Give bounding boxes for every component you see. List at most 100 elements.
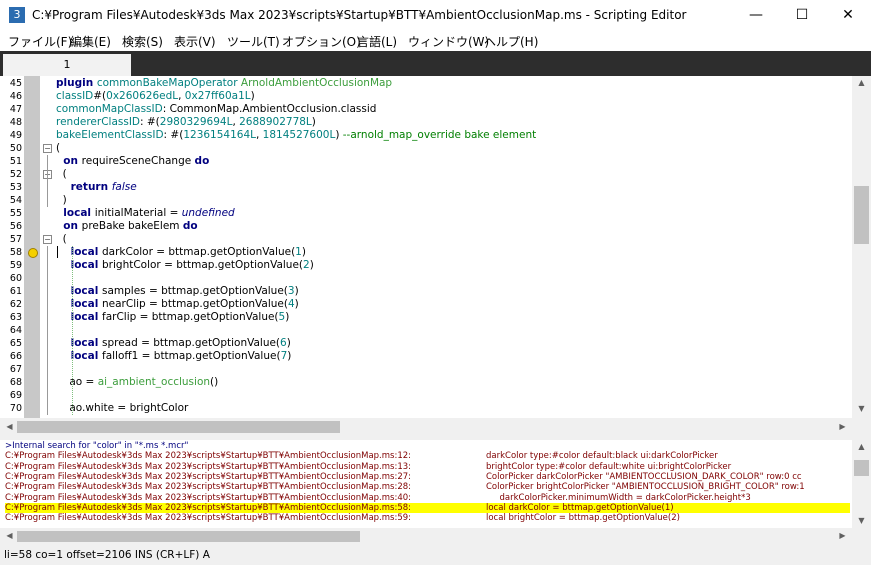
search-result-row[interactable]: C:¥Program Files¥Autodesk¥3ds Max 2023¥s… bbox=[5, 462, 850, 472]
search-result-row[interactable]: C:¥Program Files¥Autodesk¥3ds Max 2023¥s… bbox=[5, 493, 850, 503]
scroll-right-icon[interactable]: ▶ bbox=[833, 422, 852, 431]
code-line: 53 return false bbox=[0, 181, 852, 194]
code-token: ) bbox=[301, 246, 306, 258]
output-horizontal-scrollbar[interactable]: ◀ ▶ bbox=[0, 528, 852, 545]
line-number: 67 bbox=[9, 364, 22, 375]
code-line: 48 rendererClassID: #(2980329694L, 268890… bbox=[0, 116, 852, 129]
fold-toggle-icon[interactable]: − bbox=[43, 235, 52, 244]
code-token: 1814527600L bbox=[262, 129, 336, 141]
code-token: : #( bbox=[163, 129, 184, 141]
line-number: 46 bbox=[9, 91, 22, 102]
code-token: , bbox=[255, 129, 263, 141]
close-button[interactable]: ✕ bbox=[825, 0, 871, 31]
menu-view[interactable]: 表示(V) bbox=[174, 33, 216, 50]
code-line: 52 ( bbox=[0, 168, 852, 181]
code-token: 1 bbox=[295, 246, 302, 258]
menu-language[interactable]: 言語(L) bbox=[357, 33, 397, 50]
code-token: 2 bbox=[303, 259, 310, 271]
output-hscroll-thumb[interactable] bbox=[17, 531, 360, 542]
title-bar: 3 C:¥Program Files¥Autodesk¥3ds Max 2023… bbox=[0, 0, 871, 31]
menu-edit[interactable]: 編集(E) bbox=[70, 33, 111, 50]
search-result-row[interactable]: C:¥Program Files¥Autodesk¥3ds Max 2023¥s… bbox=[5, 472, 850, 482]
code-line: 56 on preBake bakeElem do bbox=[0, 220, 852, 233]
code-text: rendererClassID: #(2980329694L, 26889027… bbox=[56, 116, 316, 129]
menu-window[interactable]: ウィンドウ(W) bbox=[408, 33, 489, 50]
result-path: C:¥Program Files¥Autodesk¥3ds Max 2023¥s… bbox=[5, 482, 412, 493]
result-path: C:¥Program Files¥Autodesk¥3ds Max 2023¥s… bbox=[5, 451, 412, 462]
code-token: ( bbox=[56, 233, 67, 245]
code-line: 46 classID#(0x260626edL, 0x27ff60a1L) bbox=[0, 90, 852, 103]
result-text: local darkColor = bttmap.getOptionValue(… bbox=[486, 502, 674, 513]
code-text: ao = ai_ambient_occlusion() bbox=[56, 376, 218, 389]
code-token: bakeElementClassID bbox=[56, 129, 164, 141]
result-path: C:¥Program Files¥Autodesk¥3ds Max 2023¥s… bbox=[5, 502, 412, 513]
code-token: commonBakeMapOperator bbox=[96, 77, 241, 89]
search-result-row[interactable]: C:¥Program Files¥Autodesk¥3ds Max 2023¥s… bbox=[5, 451, 850, 461]
code-token: commonMapClassID bbox=[56, 103, 163, 115]
line-number: 50 bbox=[9, 143, 22, 154]
line-number: 47 bbox=[9, 104, 22, 115]
minimize-button[interactable]: — bbox=[733, 0, 779, 31]
scroll-up-icon[interactable]: ▲ bbox=[852, 78, 871, 87]
code-line: 47 commonMapClassID: CommonMap.AmbientOcc… bbox=[0, 103, 852, 116]
editor-vscroll-thumb[interactable] bbox=[854, 186, 869, 244]
code-token: samples = bttmap.getOptionValue( bbox=[102, 285, 288, 297]
search-result-row[interactable]: C:¥Program Files¥Autodesk¥3ds Max 2023¥s… bbox=[5, 482, 850, 492]
scroll-right-icon[interactable]: ▶ bbox=[833, 531, 852, 540]
line-number: 70 bbox=[9, 403, 22, 414]
search-result-selected[interactable]: C:¥Program Files¥Autodesk¥3ds Max 2023¥s… bbox=[5, 502, 850, 514]
code-text: local spread = bttmap.getOptionValue(6) bbox=[56, 337, 291, 350]
output-vscroll-thumb[interactable] bbox=[854, 460, 869, 476]
code-token: local bbox=[56, 298, 102, 310]
scroll-down-icon[interactable]: ▼ bbox=[852, 404, 871, 413]
code-token: 1236154164L bbox=[183, 129, 256, 141]
code-text: local initialMaterial = undefined bbox=[56, 207, 234, 220]
line-number: 54 bbox=[9, 195, 22, 206]
code-token: 3 bbox=[287, 285, 295, 297]
code-token: initialMaterial = bbox=[94, 207, 182, 219]
code-token: ai_ambient_occlusion bbox=[97, 376, 211, 388]
line-number: 45 bbox=[9, 78, 22, 89]
code-token: return bbox=[56, 181, 112, 193]
code-line: 49 bakeElementClassID: #(1236154164L, 181… bbox=[0, 129, 852, 142]
scroll-up-icon[interactable]: ▲ bbox=[852, 442, 871, 451]
menu-tools[interactable]: ツール(T) bbox=[227, 33, 280, 50]
menu-help[interactable]: ヘルプ(H) bbox=[484, 33, 538, 50]
search-result-row[interactable]: C:¥Program Files¥Autodesk¥3ds Max 2023¥s… bbox=[5, 513, 850, 523]
code-text: ( bbox=[56, 168, 67, 181]
code-token: plugin bbox=[56, 77, 97, 89]
scroll-down-icon[interactable]: ▼ bbox=[852, 516, 871, 525]
breakpoint-icon[interactable] bbox=[28, 248, 38, 258]
menu-search[interactable]: 検索(S) bbox=[122, 33, 163, 50]
tab-ambientocclusionmap[interactable]: 1 AmbientOcclusionMap.ms bbox=[3, 54, 146, 93]
output-pane[interactable]: >Internal search for "color" in "*.ms *.… bbox=[0, 440, 852, 528]
scroll-corner bbox=[852, 528, 871, 545]
code-token: rendererClassID bbox=[56, 116, 140, 128]
line-number: 59 bbox=[9, 260, 22, 271]
line-number: 58 bbox=[9, 247, 22, 258]
code-token: ) bbox=[287, 350, 292, 362]
code-line: 50 ( bbox=[0, 142, 852, 155]
output-vertical-scrollbar[interactable]: ▲ ▼ bbox=[852, 440, 871, 528]
code-token: ) bbox=[294, 298, 299, 310]
code-text: ) bbox=[56, 194, 67, 207]
line-number: 48 bbox=[9, 117, 22, 128]
menu-file[interactable]: ファイル(F) bbox=[8, 33, 72, 50]
menu-options[interactable]: オプション(O) bbox=[282, 33, 361, 50]
code-line: 57 ( bbox=[0, 233, 852, 246]
result-text: ColorPicker darkColorPicker "AMBIENTOCCL… bbox=[486, 471, 802, 482]
code-editor[interactable]: 45 plugin commonBakeMapOperator ArnoldAmb… bbox=[0, 76, 852, 418]
code-token: on bbox=[56, 155, 82, 167]
maximize-button[interactable]: ☐ bbox=[779, 0, 825, 31]
editor-horizontal-scrollbar[interactable]: ◀ ▶ bbox=[0, 418, 852, 436]
code-token: local bbox=[56, 311, 102, 323]
fold-toggle-icon[interactable]: − bbox=[43, 144, 52, 153]
code-token: ) bbox=[286, 337, 291, 349]
editor-hscroll-thumb[interactable] bbox=[17, 421, 340, 433]
line-number: 49 bbox=[9, 130, 22, 141]
code-token: ) bbox=[56, 194, 67, 206]
window-title: C:¥Program Files¥Autodesk¥3ds Max 2023¥s… bbox=[32, 8, 687, 22]
code-token: local bbox=[56, 246, 102, 258]
editor-vertical-scrollbar[interactable]: ▲ ▼ bbox=[852, 76, 871, 418]
code-text: commonMapClassID: CommonMap.AmbientOcclu… bbox=[56, 103, 376, 116]
